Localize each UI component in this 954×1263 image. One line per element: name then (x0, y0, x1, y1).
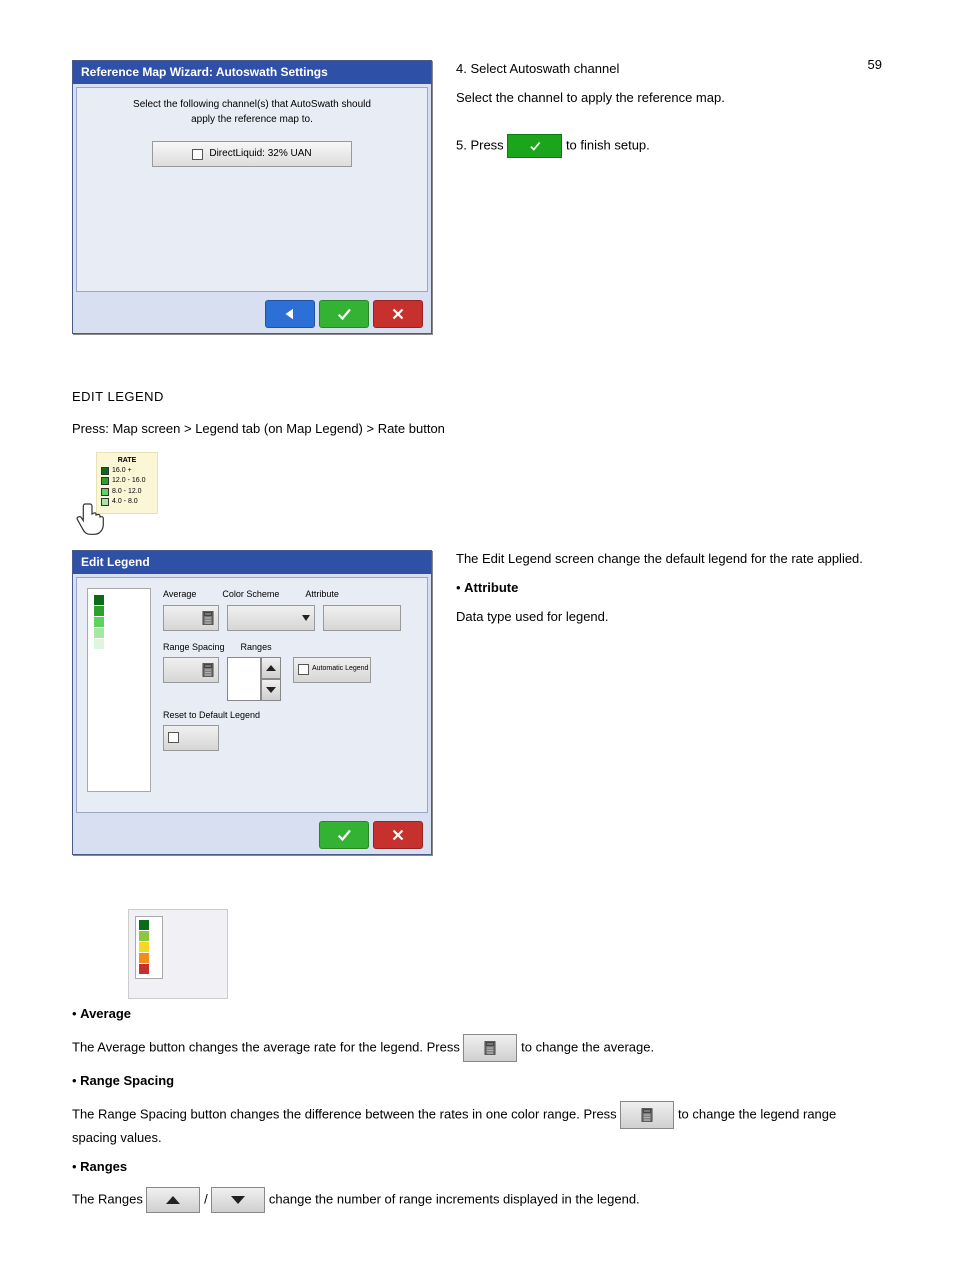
average-keypad-button[interactable] (163, 605, 219, 631)
automatic-legend-checkbox[interactable]: Automatic Legend (293, 657, 371, 683)
keypad-icon (202, 611, 214, 625)
rainbow-swatch (139, 920, 149, 930)
rate-legend-row: 16.0 + (101, 466, 153, 476)
edit-legend-title: Edit Legend (73, 551, 431, 574)
range-spacing-keypad-button[interactable] (163, 657, 219, 683)
wizard-window: Reference Map Wizard: Autoswath Settings… (72, 60, 432, 334)
ranges-up-button[interactable] (261, 657, 281, 679)
edit-legend-description: The Edit Legend screen change the defaul… (456, 550, 882, 885)
legend-swatch (94, 639, 104, 649)
legend-swatch (94, 617, 104, 627)
wizard-instruction: Select the following channel(s) that Aut… (77, 88, 427, 127)
keypad-icon (641, 1108, 653, 1122)
accept-button[interactable] (319, 300, 369, 328)
rainbow-swatch (139, 942, 149, 952)
back-button[interactable] (265, 300, 315, 328)
rate-swatch-label: 8.0 - 12.0 (112, 487, 142, 497)
rate-legend-row: 8.0 - 12.0 (101, 487, 153, 497)
rainbow-swatch (139, 931, 149, 941)
rate-swatch (101, 467, 109, 475)
chevron-down-icon (302, 614, 310, 622)
inline-accept-button[interactable] (507, 134, 562, 158)
rate-legend-thumb[interactable]: RATE 16.0 +12.0 - 16.08.0 - 12.04.0 - 8.… (72, 452, 158, 538)
triangle-up-icon (166, 1195, 180, 1205)
rainbow-swatch (139, 964, 149, 974)
rate-swatch (101, 477, 109, 485)
lower-body-text: • Average The Average button changes the… (72, 1005, 882, 1212)
legend-swatch-column (87, 588, 151, 792)
edit-legend-intro: Press: Map screen > Legend tab (on Map L… (72, 420, 882, 439)
cancel-button[interactable] (373, 300, 423, 328)
inline-keypad-button-1[interactable] (463, 1034, 517, 1062)
x-icon (389, 826, 407, 844)
ranges-down-button[interactable] (261, 679, 281, 701)
color-scheme-dropdown[interactable] (227, 605, 315, 631)
x-icon (389, 305, 407, 323)
attribute-button[interactable] (323, 605, 401, 631)
rainbow-swatch (139, 953, 149, 963)
triangle-down-icon (266, 686, 276, 694)
rate-swatch-label: 16.0 + (112, 466, 132, 476)
ranges-value-field (227, 657, 261, 701)
legend-swatch (94, 606, 104, 616)
check-icon (335, 826, 353, 844)
keypad-icon (202, 663, 214, 677)
edit-legend-heading: EDIT LEGEND (72, 388, 882, 407)
legend-swatch (94, 595, 104, 605)
inline-down-button[interactable] (211, 1187, 265, 1213)
check-icon (526, 139, 544, 153)
triangle-left-icon (281, 305, 299, 323)
inline-up-button[interactable] (146, 1187, 200, 1213)
keypad-icon (484, 1041, 496, 1055)
legend-accept-button[interactable] (319, 821, 369, 849)
triangle-up-icon (266, 664, 276, 672)
rate-legend-row: 12.0 - 16.0 (101, 476, 153, 486)
hand-pointer-icon (72, 498, 112, 538)
rate-swatch-label: 4.0 - 8.0 (112, 497, 138, 507)
channel-checkbox-box[interactable] (192, 149, 203, 160)
wizard-step-text: 4. Select Autoswath channel Select the c… (456, 60, 882, 364)
channel-checkbox[interactable]: DirectLiquid: 32% UAN (152, 141, 352, 167)
reset-default-checkbox[interactable] (163, 725, 219, 751)
channel-checkbox-label: DirectLiquid: 32% UAN (209, 147, 311, 162)
triangle-down-icon (231, 1195, 245, 1205)
color-column-thumb (128, 909, 228, 999)
inline-keypad-button-2[interactable] (620, 1101, 674, 1129)
wizard-title: Reference Map Wizard: Autoswath Settings (73, 61, 431, 84)
legend-swatch (94, 628, 104, 638)
edit-legend-window: Edit Legend Average Color Scheme Attribu… (72, 550, 432, 855)
rate-legend-title: RATE (101, 456, 153, 466)
check-icon (335, 305, 353, 323)
page-number: 59 (868, 56, 882, 75)
rate-swatch (101, 488, 109, 496)
legend-cancel-button[interactable] (373, 821, 423, 849)
rate-swatch-label: 12.0 - 16.0 (112, 476, 145, 486)
